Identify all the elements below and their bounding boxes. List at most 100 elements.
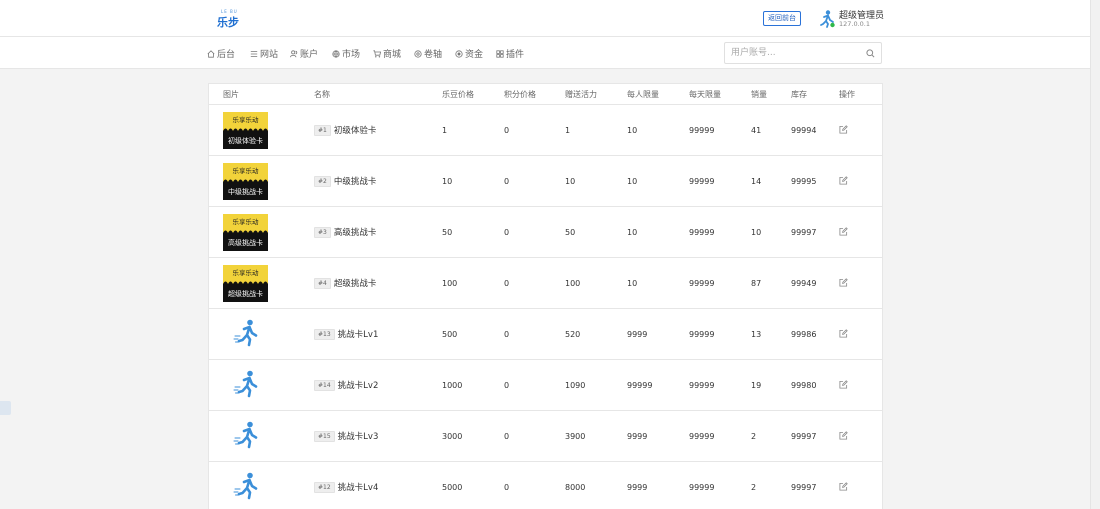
- nav-item-market[interactable]: 市场: [332, 47, 360, 60]
- top-header: LE BU 乐步 返回前台 超级管理员 127.0.0.1: [0, 0, 1090, 37]
- cell-bean-price: 1: [442, 126, 448, 135]
- cell-per-person-limit: 10: [627, 177, 638, 186]
- cell-stock: 99997: [791, 228, 817, 237]
- cell-vitality: 1090: [565, 381, 586, 390]
- card-title-text: 超级挑战卡: [228, 289, 263, 298]
- product-name[interactable]: 挑战卡Lv4: [338, 483, 379, 493]
- user-search-input[interactable]: [731, 46, 859, 60]
- cell-name: #12 挑战卡Lv4: [314, 481, 378, 493]
- cell-point-price: 0: [504, 432, 510, 441]
- cell-stock: 99980: [791, 381, 817, 390]
- cell-per-day-limit: 99999: [689, 228, 715, 237]
- col-header-name: 名称: [314, 90, 330, 99]
- back-to-frontend-button[interactable]: 返回前台: [763, 11, 801, 26]
- product-id-tag: #15: [314, 430, 335, 442]
- cell-point-price: 0: [504, 279, 510, 288]
- edit-icon[interactable]: [839, 329, 848, 338]
- col-header-point-price: 积分价格: [504, 90, 536, 99]
- cell-sales: 41: [751, 126, 762, 135]
- nav-item-plugins[interactable]: 插件: [496, 47, 524, 60]
- product-name[interactable]: 挑战卡Lv3: [338, 432, 379, 442]
- cell-per-day-limit: 99999: [689, 432, 715, 441]
- cell-point-price: 0: [504, 483, 510, 492]
- nav-item-funds[interactable]: 资金: [455, 47, 483, 60]
- nav-item-scroll[interactable]: 卷轴: [414, 47, 442, 60]
- cell-bean-price: 5000: [442, 483, 463, 492]
- logo[interactable]: LE BU 乐步: [216, 9, 240, 29]
- nav-label: 资金: [465, 50, 484, 60]
- edit-icon[interactable]: [839, 227, 848, 236]
- cell-per-day-limit: 99999: [689, 483, 715, 492]
- cell-vitality: 50: [565, 228, 576, 237]
- cell-name: #14 挑战卡Lv2: [314, 379, 378, 391]
- side-expand-tab[interactable]: [0, 401, 11, 415]
- cell-bean-price: 50: [442, 228, 453, 237]
- cell-per-person-limit: 10: [627, 126, 638, 135]
- page: LE BU 乐步 返回前台 超级管理员 127.0.0.1 后台 网站 账户 市…: [0, 0, 1090, 509]
- table-row: 乐享乐动 超级挑战卡 #4 超级挑战卡 100 0 100 10 99999 87 99949: [209, 258, 882, 309]
- admin-avatar-icon[interactable]: [817, 9, 837, 29]
- product-name[interactable]: 高级挑战卡: [334, 228, 377, 238]
- cell-bean-price: 10: [442, 177, 453, 186]
- cell-point-price: 0: [504, 228, 510, 237]
- runner-thumbnail: [233, 370, 258, 398]
- nav-label: 卷轴: [424, 50, 443, 60]
- table-header: 图片 名称 乐豆价格 积分价格 赠送活力 每人限量 每天限量 销量 库存 操作: [209, 84, 882, 105]
- menu-icon: [250, 50, 258, 57]
- search-icon[interactable]: [866, 49, 875, 58]
- product-id-tag: #14: [314, 379, 335, 391]
- edit-icon[interactable]: [839, 278, 848, 287]
- logo-text: 乐步: [217, 16, 239, 29]
- cell-point-price: 0: [504, 126, 510, 135]
- product-name[interactable]: 挑战卡Lv2: [338, 381, 379, 391]
- product-id-tag: #1: [314, 124, 331, 136]
- cell-bean-price: 500: [442, 330, 458, 339]
- product-name[interactable]: 挑战卡Lv1: [338, 330, 379, 340]
- cell-name: #2 中级挑战卡: [314, 175, 376, 187]
- edit-icon[interactable]: [839, 431, 848, 440]
- cell-name: #4 超级挑战卡: [314, 277, 376, 289]
- page-scrollbar[interactable]: [1090, 0, 1100, 509]
- col-header-vitality: 赠送活力: [565, 90, 597, 99]
- runner-thumbnail: [233, 421, 258, 449]
- cell-per-day-limit: 99999: [689, 126, 715, 135]
- col-header-sales: 销量: [751, 90, 767, 99]
- cell-stock: 99997: [791, 483, 817, 492]
- edit-icon[interactable]: [839, 482, 848, 491]
- product-id-tag: #2: [314, 175, 331, 187]
- nav-item-mall[interactable]: 商城: [373, 47, 401, 60]
- cell-stock: 99997: [791, 432, 817, 441]
- globe-icon: [332, 49, 340, 58]
- cell-point-price: 0: [504, 381, 510, 390]
- cell-sales: 87: [751, 279, 762, 288]
- cell-bean-price: 3000: [442, 432, 463, 441]
- coin-icon: [455, 49, 463, 58]
- card-title-text: 高级挑战卡: [228, 238, 263, 247]
- cell-per-day-limit: 99999: [689, 177, 715, 186]
- cell-point-price: 0: [504, 330, 510, 339]
- product-id-tag: #4: [314, 277, 331, 289]
- product-name[interactable]: 超级挑战卡: [334, 279, 377, 289]
- col-header-per-day-limit: 每天限量: [689, 90, 721, 99]
- col-header-actions: 操作: [839, 90, 855, 99]
- cell-sales: 10: [751, 228, 762, 237]
- cell-per-person-limit: 99999: [627, 381, 653, 390]
- nav-item-website[interactable]: 网站: [250, 47, 278, 60]
- cell-vitality: 100: [565, 279, 581, 288]
- edit-icon[interactable]: [839, 380, 848, 389]
- table-row: 乐享乐动 中级挑战卡 #2 中级挑战卡 10 0 10 10 99999 14 99995: [209, 156, 882, 207]
- cell-per-day-limit: 99999: [689, 279, 715, 288]
- card-title-text: 中级挑战卡: [228, 187, 263, 196]
- col-header-stock: 库存: [791, 90, 807, 99]
- cell-stock: 99986: [791, 330, 817, 339]
- edit-icon[interactable]: [839, 125, 848, 134]
- product-name[interactable]: 中级挑战卡: [334, 177, 377, 187]
- nav-item-dashboard[interactable]: 后台: [207, 47, 235, 60]
- user-ip: 127.0.0.1: [839, 20, 871, 28]
- nav-item-accounts[interactable]: 账户: [290, 47, 318, 60]
- scroll-icon: [414, 49, 422, 58]
- edit-icon[interactable]: [839, 176, 848, 185]
- product-name[interactable]: 初级体验卡: [334, 126, 377, 136]
- product-id-tag: #13: [314, 328, 335, 340]
- cell-name: #13 挑战卡Lv1: [314, 328, 378, 340]
